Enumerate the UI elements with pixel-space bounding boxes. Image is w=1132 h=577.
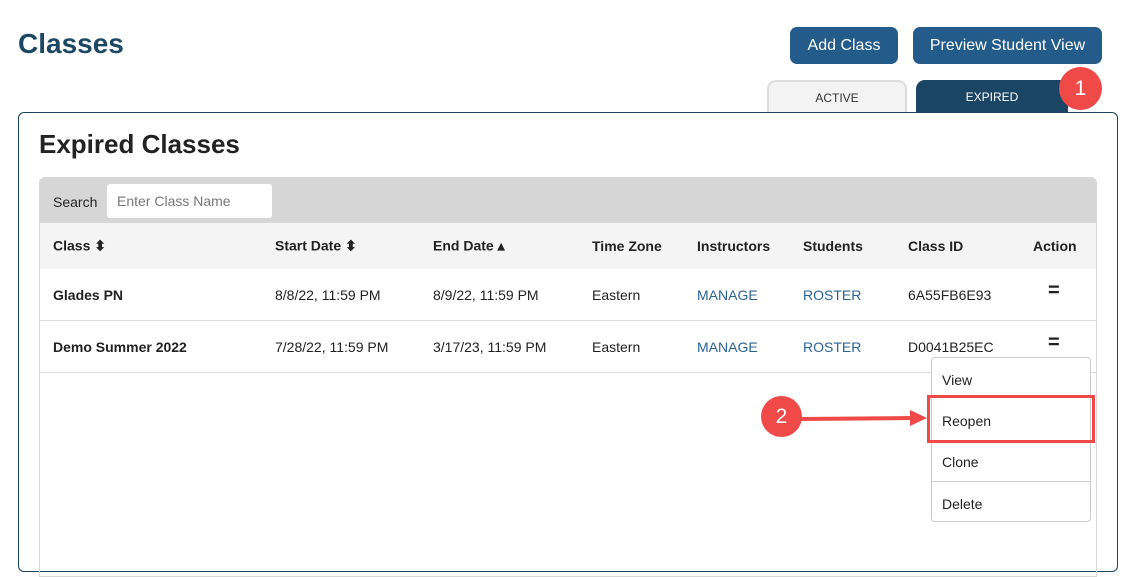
column-class[interactable]: Class ⬍: [53, 238, 106, 255]
column-class-id: Class ID: [908, 238, 964, 254]
start-date: 7/28/22, 11:59 PM: [275, 338, 389, 355]
class-name: Demo Summer 2022: [53, 338, 187, 355]
action-menu-icon[interactable]: =: [1048, 332, 1060, 355]
manage-instructors-link[interactable]: MANAGE: [697, 339, 758, 355]
manage-instructors-link[interactable]: MANAGE: [697, 287, 758, 303]
search-input[interactable]: [107, 184, 272, 218]
class-id: 6A55FB6E93: [908, 286, 992, 303]
class-id: D0041B25EC: [908, 338, 994, 355]
menu-item-view[interactable]: View: [932, 358, 1090, 399]
time-zone: Eastern: [592, 338, 641, 355]
tab-active[interactable]: ACTIVE: [767, 80, 907, 113]
search-bar: Search: [40, 178, 1096, 223]
time-zone: Eastern: [592, 286, 641, 303]
page-title: Classes: [18, 28, 124, 59]
menu-item-delete[interactable]: Delete: [932, 481, 1090, 522]
start-date: 8/8/22, 11:59 PM: [275, 286, 381, 303]
preview-student-view-button[interactable]: Preview Student View: [913, 27, 1102, 64]
table-header: Class ⬍ Start Date ⬍ End Date ▴ Time Zon…: [40, 223, 1096, 269]
action-menu-icon[interactable]: =: [1048, 280, 1060, 303]
step-2-badge: 2: [761, 396, 802, 437]
column-time-zone: Time Zone: [592, 238, 662, 254]
class-name: Glades PN: [53, 286, 124, 303]
end-date: 3/17/23, 11:59 PM: [433, 338, 547, 355]
arrow-icon: [800, 410, 927, 426]
table-row: Glades PN 8/8/22, 11:59 PM 8/9/22, 11:59…: [40, 269, 1096, 321]
tab-expired[interactable]: EXPIRED: [916, 80, 1068, 113]
menu-item-clone[interactable]: Clone: [932, 440, 1090, 481]
column-instructors: Instructors: [697, 238, 771, 254]
search-label: Search: [53, 194, 98, 210]
roster-link[interactable]: ROSTER: [803, 287, 861, 303]
roster-link[interactable]: ROSTER: [803, 339, 861, 355]
column-action: Action: [1033, 238, 1077, 254]
add-class-button[interactable]: Add Class: [790, 27, 898, 64]
end-date: 8/9/22, 11:59 PM: [433, 286, 539, 303]
step-1-badge: 1: [1059, 67, 1102, 110]
column-students: Students: [803, 238, 863, 254]
column-start-date[interactable]: Start Date ⬍: [275, 238, 357, 255]
panel-title: Expired Classes: [39, 129, 240, 159]
column-end-date[interactable]: End Date ▴: [433, 238, 505, 255]
reopen-highlight: [927, 395, 1095, 443]
